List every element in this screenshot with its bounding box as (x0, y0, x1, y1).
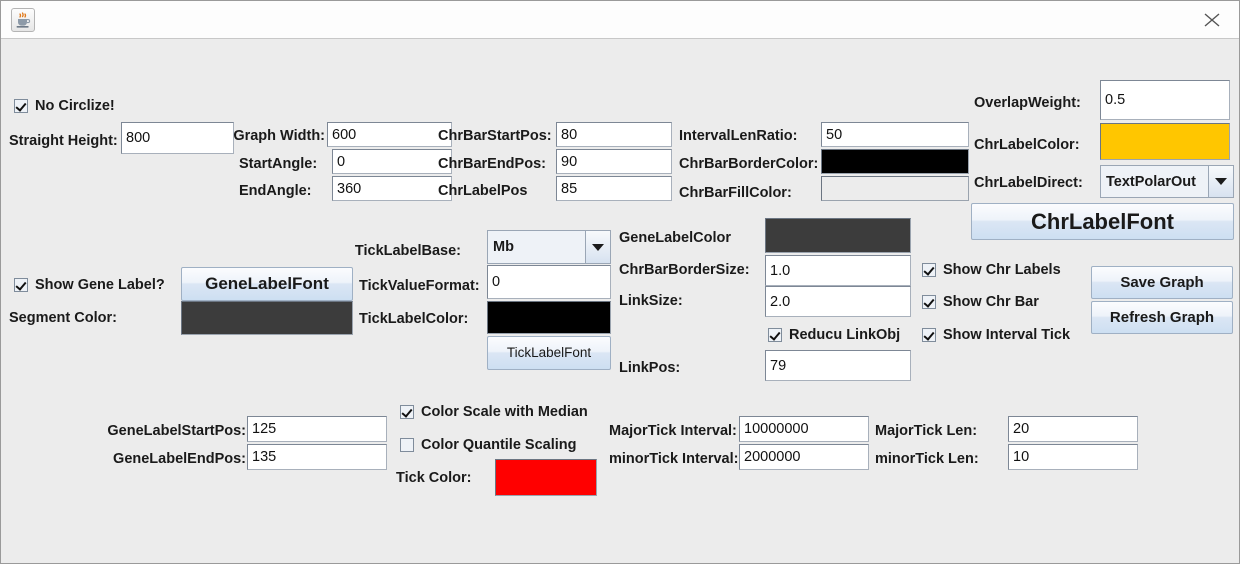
button-tick-label-font[interactable]: TickLabelFont (487, 336, 611, 370)
label-segment-color: Segment Color: (9, 310, 117, 326)
input-minor-tick-len[interactable] (1008, 444, 1138, 470)
label-tick-label-base: TickLabelBase: (354, 243, 461, 259)
input-chr-label-pos[interactable] (556, 176, 672, 201)
input-chr-bar-end-pos[interactable] (556, 149, 672, 174)
label-overlap-weight: OverlapWeight: (974, 95, 1081, 111)
checkbox-label: Show Gene Label? (35, 277, 165, 293)
chevron-down-icon (1208, 166, 1233, 197)
label-chr-bar-end-pos: ChrBarEndPos: (438, 156, 546, 172)
checkbox-color-scale-with-median[interactable]: Color Scale with Median (400, 404, 588, 420)
checkbox-reducu-linkobj[interactable]: Reducu LinkObj (768, 327, 900, 343)
label-minor-tick-interval: minorTick Interval: (609, 451, 739, 467)
checkbox-label: Color Scale with Median (421, 404, 588, 420)
input-chr-bar-start-pos[interactable] (556, 122, 672, 147)
dropdown-tick-label-base[interactable]: Mb (487, 230, 611, 264)
label-chr-bar-border-color: ChrBarBorderColor: (679, 156, 819, 172)
button-gene-label-font[interactable]: GeneLabelFont (181, 267, 353, 301)
swatch-segment-color[interactable] (181, 301, 353, 335)
checkbox-box (400, 438, 414, 452)
checkbox-box (400, 405, 414, 419)
input-graph-width[interactable] (327, 122, 452, 147)
checkbox-box (768, 328, 782, 342)
checkbox-box (922, 295, 936, 309)
swatch-chr-bar-fill-color[interactable] (821, 176, 969, 201)
label-tick-color: Tick Color: (396, 470, 472, 486)
checkbox-label: Color Quantile Scaling (421, 437, 577, 453)
checkbox-label: No Circlize! (35, 98, 115, 114)
swatch-chr-label-color[interactable] (1100, 123, 1230, 160)
label-minor-tick-len: minorTick Len: (875, 451, 979, 467)
label-tick-value-format: TickValueFormat: (359, 278, 480, 294)
checkbox-label: Show Chr Bar (943, 294, 1039, 310)
input-minor-tick-interval[interactable] (739, 444, 869, 470)
dropdown-value: Mb (488, 231, 585, 263)
input-tick-value-format[interactable] (487, 265, 611, 299)
input-interval-len-ratio[interactable] (821, 122, 969, 147)
input-overlap-weight[interactable] (1100, 80, 1230, 120)
swatch-chr-bar-border-color[interactable] (821, 149, 969, 174)
input-end-angle[interactable] (332, 176, 452, 201)
input-link-size[interactable] (765, 286, 911, 317)
settings-panel: No Circlize! Straight Height: Graph Widt… (1, 39, 1239, 563)
checkbox-box (14, 99, 28, 113)
swatch-gene-label-color[interactable] (765, 218, 911, 253)
label-start-angle: StartAngle: (239, 156, 318, 172)
input-chr-bar-border-size[interactable] (765, 255, 911, 286)
label-chr-bar-start-pos: ChrBarStartPos: (438, 128, 552, 144)
checkbox-label: Show Chr Labels (943, 262, 1061, 278)
input-gene-label-end-pos[interactable] (247, 444, 387, 470)
java-coffee-cup-icon (11, 8, 35, 32)
close-button[interactable] (1189, 1, 1235, 38)
label-graph-width: Graph Width: (233, 128, 325, 144)
label-link-size: LinkSize: (619, 293, 683, 309)
label-gene-label-color: GeneLabelColor (619, 230, 731, 246)
dropdown-value: TextPolarOut (1101, 166, 1208, 197)
checkbox-box (922, 263, 936, 277)
input-link-pos[interactable] (765, 350, 911, 381)
checkbox-box (14, 278, 28, 292)
checkbox-label: Reducu LinkObj (789, 327, 901, 343)
swatch-tick-color[interactable] (495, 459, 597, 496)
button-chr-label-font[interactable]: ChrLabelFont (971, 203, 1234, 240)
input-major-tick-interval[interactable] (739, 416, 869, 442)
label-gene-label-start-pos: GeneLabelStartPos: (107, 423, 246, 439)
label-interval-len-ratio: IntervalLenRatio: (679, 128, 798, 144)
checkbox-show-interval-tick[interactable]: Show Interval Tick (922, 327, 1070, 343)
label-tick-label-color: TickLabelColor: (359, 311, 469, 327)
checkbox-box (922, 328, 936, 342)
checkbox-no-circlize[interactable]: No Circlize! (14, 98, 115, 114)
label-chr-label-pos: ChrLabelPos (438, 183, 528, 199)
label-end-angle: EndAngle: (239, 183, 312, 199)
input-straight-height[interactable] (121, 122, 234, 154)
circos-settings-window: No Circlize! Straight Height: Graph Widt… (0, 0, 1240, 564)
label-link-pos: LinkPos: (619, 360, 681, 376)
window-titlebar (1, 1, 1239, 39)
swatch-tick-label-color[interactable] (487, 301, 611, 334)
label-chr-bar-border-size: ChrBarBorderSize: (619, 262, 750, 278)
input-start-angle[interactable] (332, 149, 452, 174)
input-gene-label-start-pos[interactable] (247, 416, 387, 442)
label-gene-label-end-pos: GeneLabelEndPos: (113, 451, 246, 467)
label-chr-label-direct: ChrLabelDirect: (974, 175, 1083, 191)
chevron-down-icon (585, 231, 610, 263)
checkbox-show-gene-label[interactable]: Show Gene Label? (14, 277, 165, 293)
label-major-tick-len: MajorTick Len: (875, 423, 978, 439)
checkbox-show-chr-labels[interactable]: Show Chr Labels (922, 262, 1061, 278)
label-chr-bar-fill-color: ChrBarFillColor: (679, 185, 792, 201)
checkbox-color-quantile-scaling[interactable]: Color Quantile Scaling (400, 437, 577, 453)
button-save-graph[interactable]: Save Graph (1091, 266, 1233, 299)
input-major-tick-len[interactable] (1008, 416, 1138, 442)
checkbox-label: Show Interval Tick (943, 327, 1071, 343)
checkbox-show-chr-bar[interactable]: Show Chr Bar (922, 294, 1039, 310)
label-straight-height: Straight Height: (9, 133, 118, 149)
button-refresh-graph[interactable]: Refresh Graph (1091, 301, 1233, 334)
label-major-tick-interval: MajorTick Interval: (609, 423, 737, 439)
label-chr-label-color: ChrLabelColor: (974, 137, 1080, 153)
dropdown-chr-label-direct[interactable]: TextPolarOut (1100, 165, 1234, 198)
